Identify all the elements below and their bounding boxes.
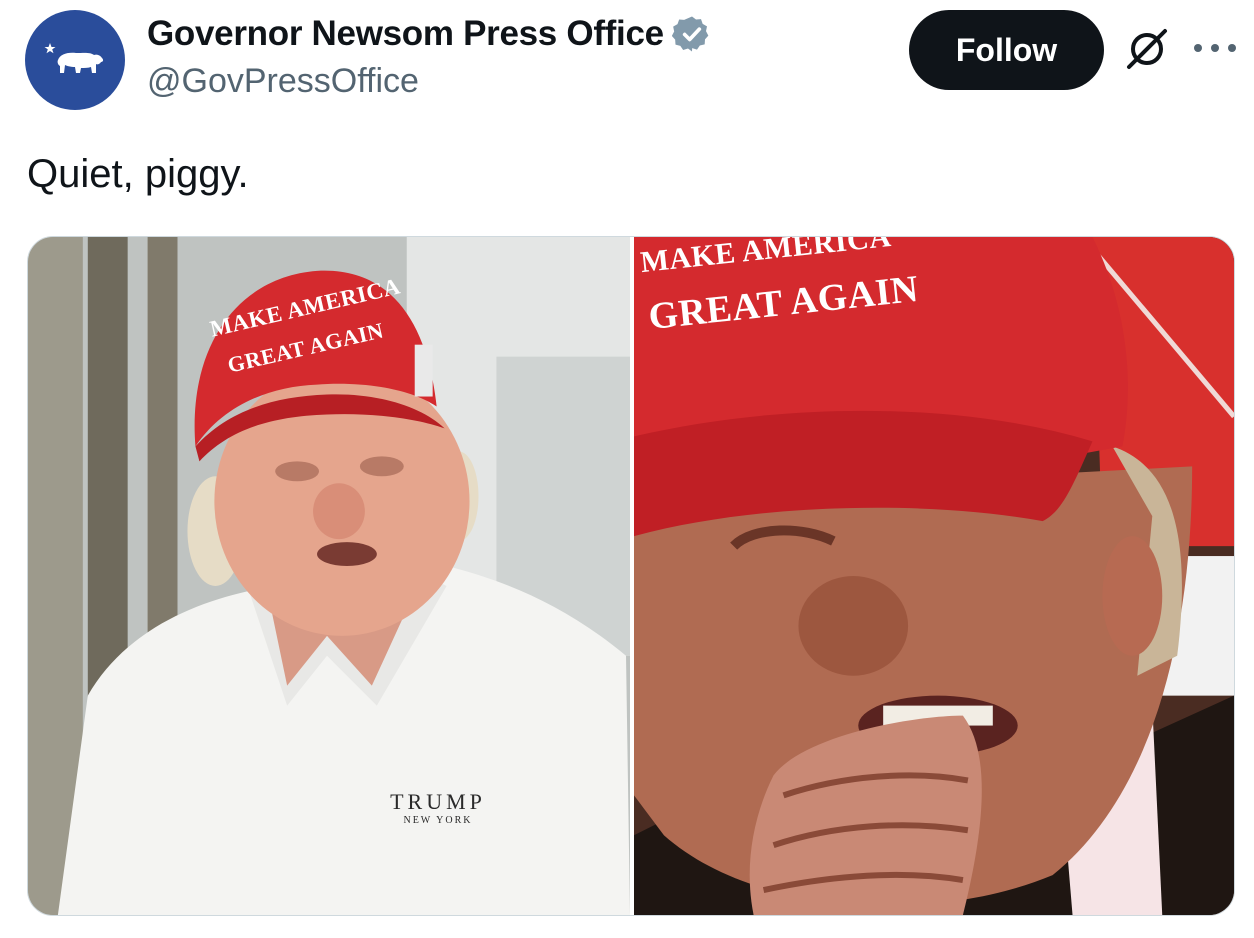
avatar[interactable] [25,10,125,110]
right-photo-illustration [634,237,1234,915]
right-photo[interactable]: MAKE AMERICA GREAT AGAIN [634,237,1234,915]
more-dot [1228,44,1236,52]
more-dot [1194,44,1202,52]
more-options-icon[interactable] [1194,38,1236,58]
author-display-name-row: Governor Newsom Press Office [147,14,712,54]
tweet-media[interactable]: MAKE AMERICA GREAT AGAIN TRUMP NEW YORK [27,236,1235,916]
left-shirt-logo: TRUMP NEW YORK [373,789,503,826]
shirt-logo-bottom: NEW YORK [403,815,473,826]
author-handle[interactable]: @GovPressOffice [147,62,712,101]
author-display-name[interactable]: Governor Newsom Press Office [147,14,664,54]
grok-icon[interactable] [1124,26,1170,72]
more-dot [1211,44,1219,52]
left-photo[interactable]: MAKE AMERICA GREAT AGAIN TRUMP NEW YORK [28,237,630,915]
california-bear-icon [44,43,104,73]
tweet-author: Governor Newsom Press Office @GovPressOf… [147,14,712,101]
follow-button[interactable]: Follow [909,10,1104,90]
shirt-logo-top: TRUMP [390,789,486,814]
verified-badge-icon[interactable] [671,14,712,54]
tweet-text: Quiet, piggy. [27,152,249,196]
